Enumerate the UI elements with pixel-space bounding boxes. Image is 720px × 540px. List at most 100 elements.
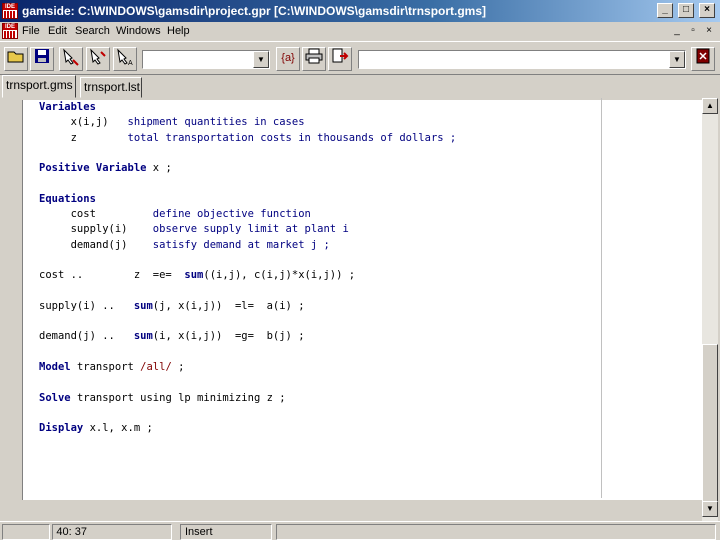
tab-trnsport-gms[interactable]: trnsport.gms <box>2 75 76 98</box>
help-button[interactable] <box>691 47 715 71</box>
code-description: observe supply limit at plant i <box>152 223 349 236</box>
gams-ide-app-icon[interactable]: IDE <box>2 3 18 19</box>
code-text: (j, x(i,j)) =l= a(i) ; <box>152 299 305 312</box>
code-text: ; <box>171 361 185 374</box>
code-keyword: Equations <box>39 192 96 205</box>
run-button[interactable] <box>86 47 110 71</box>
doc-icon-grid <box>4 31 16 38</box>
floppy-disk-icon <box>35 49 49 63</box>
code-line[interactable]: Model transport /all/ ; <box>39 360 456 375</box>
code-line[interactable]: Variables <box>39 100 456 115</box>
document-icon[interactable]: IDE <box>2 23 18 39</box>
code-text: cost .. z =e= <box>39 269 185 282</box>
cursor-position: 40: 37 <box>52 524 172 540</box>
code-text: supply(i) <box>39 223 153 236</box>
code-line[interactable]: supply(i) .. sum(j, x(i,j)) =l= a(i) ; <box>39 299 456 314</box>
status-panel-4 <box>276 524 716 540</box>
code-function: sum <box>133 299 153 312</box>
menu-search[interactable]: Search <box>75 25 110 37</box>
menu-windows[interactable]: Windows <box>116 25 161 37</box>
scrollbar-thumb[interactable] <box>702 344 718 502</box>
right-margin-line <box>601 98 602 498</box>
menu-edit[interactable]: Edit <box>48 25 67 37</box>
run-options-button[interactable]: A <box>113 47 137 71</box>
code-line[interactable]: cost define objective function <box>39 207 456 222</box>
run-cursor-icon <box>90 48 106 65</box>
run-options-icon: A <box>117 48 133 67</box>
code-description: shipment quantities in cases <box>127 116 305 129</box>
code-keyword: Positive Variable <box>39 162 153 175</box>
code-function: sum <box>133 330 153 343</box>
code-line[interactable] <box>39 345 456 360</box>
close-button[interactable]: × <box>699 3 715 18</box>
menu-file[interactable]: File <box>22 25 40 37</box>
code-text: demand(j) .. <box>39 330 134 343</box>
code-line[interactable]: Positive Variable x ; <box>39 161 456 176</box>
file-tabs: trnsport.gms trnsport.lst <box>0 75 720 98</box>
combo-dropdown-arrow-icon[interactable]: ▼ <box>253 51 269 68</box>
code-text: demand(j) <box>39 238 153 251</box>
code-line[interactable] <box>39 146 456 161</box>
code-line[interactable] <box>39 375 456 390</box>
status-bar: 40: 37 Insert <box>0 521 720 540</box>
page-arrow-icon <box>332 48 349 63</box>
tab-trnsport-lst[interactable]: trnsport.lst <box>80 77 142 98</box>
code-text: x.l, x.m ; <box>89 422 153 435</box>
menu-bar: IDE File Edit Search Windows Help _ ▫ × <box>0 22 720 41</box>
code-text: cost <box>39 208 153 221</box>
code-description: satisfy demand at market j ; <box>152 238 330 251</box>
scroll-down-arrow-icon[interactable]: ▼ <box>702 501 718 517</box>
code-line[interactable]: demand(j) .. sum(i, x(i,j)) =g= b(j) ; <box>39 329 456 344</box>
doc-restore-button[interactable]: ▫ <box>686 25 700 37</box>
code-line[interactable]: Display x.l, x.m ; <box>39 421 456 436</box>
source-code[interactable]: Variables x(i,j) shipment quantities in … <box>39 100 456 437</box>
log-button[interactable] <box>328 47 352 71</box>
save-button[interactable] <box>30 47 54 71</box>
help-book-icon <box>696 48 710 64</box>
code-text: transport using lp minimizing z ; <box>76 391 286 404</box>
code-line[interactable]: cost .. z =e= sum((i,j), c(i,j)*x(i,j)) … <box>39 268 456 283</box>
code-keyword: Display <box>39 422 90 435</box>
code-description: define objective function <box>152 208 311 221</box>
code-literal: /all/ <box>140 361 172 374</box>
menu-help[interactable]: Help <box>167 25 190 37</box>
folder-open-icon <box>7 51 24 63</box>
code-text: supply(i) .. <box>39 299 134 312</box>
code-line[interactable] <box>39 406 456 421</box>
search-dropdown-arrow-icon[interactable]: ▼ <box>669 51 685 68</box>
parameters-combo[interactable]: ▼ <box>142 50 270 69</box>
code-keyword: Variables <box>39 101 96 113</box>
code-line[interactable] <box>39 284 456 299</box>
vertical-scrollbar[interactable]: ▲ ▼ <box>702 98 718 521</box>
code-keyword: Model <box>39 361 77 374</box>
code-text: z <box>39 131 128 144</box>
code-line[interactable]: demand(j) satisfy demand at market j ; <box>39 238 456 253</box>
code-line[interactable]: z total transportation costs in thousand… <box>39 131 457 146</box>
compile-button[interactable] <box>59 47 83 71</box>
code-text: transport <box>76 361 141 374</box>
search-combo[interactable]: ▼ <box>358 50 686 69</box>
code-line[interactable] <box>39 176 456 191</box>
insert-mode-indicator: Insert <box>180 524 272 540</box>
code-description: total transportation costs in thousands … <box>127 131 457 144</box>
code-line[interactable]: supply(i) observe supply limit at plant … <box>39 222 456 237</box>
status-panel-1 <box>2 524 50 540</box>
code-line[interactable]: Solve transport using lp minimizing z ; <box>39 391 456 406</box>
scroll-up-arrow-icon[interactable]: ▲ <box>702 98 718 114</box>
code-line[interactable]: x(i,j) shipment quantities in cases <box>39 115 456 130</box>
code-text: x ; <box>152 162 172 175</box>
app-icon-label: IDE <box>3 4 17 10</box>
doc-minimize-button[interactable]: _ <box>670 25 684 37</box>
code-line[interactable]: Equations <box>39 192 456 207</box>
maximize-button[interactable]: □ <box>678 3 694 18</box>
model-library-button[interactable]: {a} <box>276 47 300 71</box>
code-keyword: Solve <box>39 391 77 404</box>
print-button[interactable] <box>302 47 326 71</box>
minimize-button[interactable]: _ <box>657 3 673 18</box>
code-line[interactable] <box>39 314 456 329</box>
code-line[interactable] <box>39 253 456 268</box>
code-text: x(i,j) <box>39 116 128 129</box>
open-file-button[interactable] <box>4 47 28 71</box>
title-bar: IDE gamside: C:\WINDOWS\gamsdir\project.… <box>0 0 720 22</box>
doc-close-button[interactable]: × <box>702 25 716 37</box>
